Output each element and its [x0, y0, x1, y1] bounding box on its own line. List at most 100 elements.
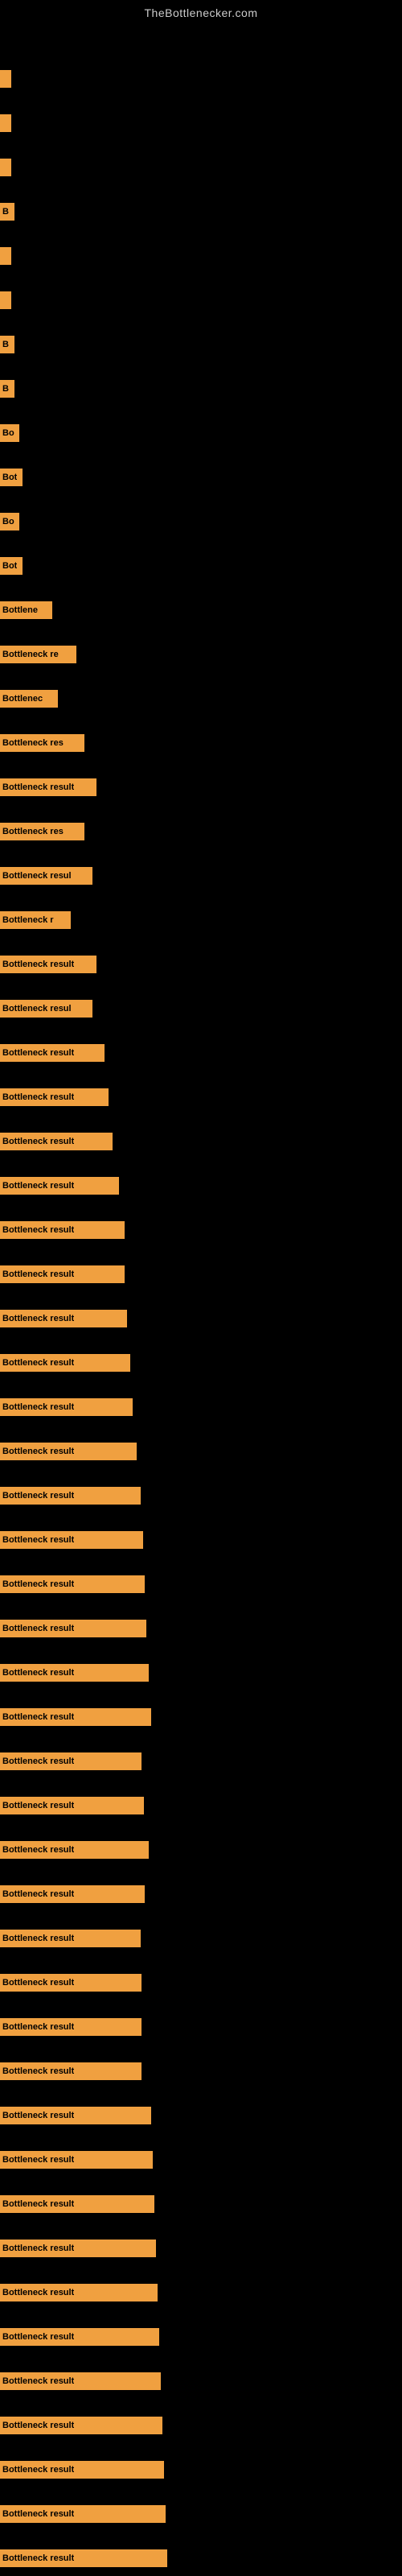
bar: Bottleneck result	[0, 1930, 141, 1947]
bar: B	[0, 380, 14, 398]
bar-label: B	[2, 207, 9, 217]
bar-row: Bottleneck result	[0, 1568, 402, 1600]
bar-label: Bottleneck result	[2, 2553, 74, 2563]
bar-row: Bottleneck result	[0, 948, 402, 980]
bar-row: Bottleneck result	[0, 771, 402, 803]
bar-row: Bottleneck result	[0, 1081, 402, 1113]
bar: Bottleneck resul	[0, 1000, 92, 1018]
bar-label: Bottleneck res	[2, 827, 64, 836]
site-title: TheBottlenecker.com	[0, 0, 402, 23]
bar-label: Bottleneck re	[2, 650, 59, 659]
bar-row: Bottleneck result	[0, 1790, 402, 1822]
bar-label: Bottleneck result	[2, 1269, 74, 1279]
bar: Bottleneck res	[0, 734, 84, 752]
bar-row: Bottleneck result	[0, 2055, 402, 2087]
bar-row: Bottleneck result	[0, 2409, 402, 2442]
bar-label: Bot	[2, 561, 17, 571]
bar-label: Bottleneck result	[2, 2376, 74, 2386]
bar: Bottleneck result	[0, 2018, 142, 2036]
bar-row: Bottleneck result	[0, 1745, 402, 1777]
bar-row: Bo	[0, 506, 402, 538]
bar: Bottleneck result	[0, 2195, 154, 2213]
bar-label: Bottleneck result	[2, 2332, 74, 2342]
bar: Bottleneck result	[0, 1620, 146, 1637]
bar-row	[0, 151, 402, 184]
bar-label: Bottleneck result	[2, 1624, 74, 1633]
bar: Bot	[0, 469, 23, 486]
bar-label: Bottleneck result	[2, 1801, 74, 1810]
bar-label: Bottlene	[2, 605, 38, 615]
bar-row: Bottleneck result	[0, 2542, 402, 2574]
bar: Bottleneck result	[0, 2240, 156, 2257]
bar-label: Bot	[2, 473, 17, 482]
bar-row: Bottleneck result	[0, 2232, 402, 2264]
bar: Bot	[0, 557, 23, 575]
bar: Bottleneck result	[0, 1443, 137, 1460]
bar: Bottleneck result	[0, 1487, 141, 1505]
bar: Bottleneck result	[0, 1133, 113, 1150]
bar-label: Bottleneck result	[2, 1491, 74, 1501]
bar: Bottleneck res	[0, 823, 84, 840]
bar: Bottleneck result	[0, 1841, 149, 1859]
bar: Bottleneck result	[0, 2284, 158, 2301]
bar-label: Bottleneck result	[2, 1712, 74, 1722]
bar-row: Bottleneck result	[0, 2188, 402, 2220]
bar: Bottleneck result	[0, 2505, 166, 2523]
bar: Bottleneck result	[0, 1354, 130, 1372]
bar: Bottleneck result	[0, 2062, 142, 2080]
bar-row: Bottleneck result	[0, 1834, 402, 1866]
bar-label: Bottleneck result	[2, 1181, 74, 1191]
bar-row: Bot	[0, 461, 402, 493]
bar-row: Bottleneck result	[0, 2498, 402, 2530]
bar-label: Bottleneck result	[2, 2509, 74, 2519]
bar-row: Bottleneck result	[0, 1391, 402, 1423]
bar-label: Bottleneck result	[2, 1314, 74, 1323]
bar: Bottleneck result	[0, 1398, 133, 1416]
bar-row: Bottlenec	[0, 683, 402, 715]
bar-label: B	[2, 384, 9, 394]
bar-row: Bottleneck result	[0, 1922, 402, 1955]
bar: Bottleneck result	[0, 1088, 109, 1106]
bar-row	[0, 240, 402, 272]
bar-row: Bottleneck result	[0, 1480, 402, 1512]
bar-label: Bottleneck result	[2, 1358, 74, 1368]
bar-label: Bottleneck result	[2, 1978, 74, 1988]
bar-label: Bottleneck result	[2, 1757, 74, 1766]
bar-row: Bottleneck result	[0, 2454, 402, 2486]
bar: Bottleneck result	[0, 778, 96, 796]
bar-row: Bottleneck result	[0, 2144, 402, 2176]
bar-row: Bottleneck result	[0, 1657, 402, 1689]
bar-row: Bottleneck result	[0, 1347, 402, 1379]
bar-label: Bottleneck result	[2, 782, 74, 792]
bar-row: Bottleneck resul	[0, 860, 402, 892]
bar: Bottleneck result	[0, 2461, 164, 2479]
bar-label: Bottleneck result	[2, 1447, 74, 1456]
bar: Bottleneck result	[0, 2372, 161, 2390]
bar-row: Bottleneck result	[0, 2321, 402, 2353]
bar-label: Bottleneck result	[2, 1092, 74, 1102]
bar-label: Bo	[2, 517, 14, 526]
bar: Bottleneck resul	[0, 867, 92, 885]
bar-label: Bottleneck result	[2, 2288, 74, 2297]
bar-label: Bottleneck result	[2, 1845, 74, 1855]
bar: Bottlene	[0, 601, 52, 619]
bar: Bottleneck result	[0, 1265, 125, 1283]
bar-label: Bottlenec	[2, 694, 43, 704]
bar-row: Bottleneck result	[0, 2099, 402, 2132]
bar: Bottleneck result	[0, 1177, 119, 1195]
bar-row: B	[0, 196, 402, 228]
bar-row	[0, 107, 402, 139]
bar-label: Bottleneck result	[2, 2155, 74, 2165]
bar: Bottleneck result	[0, 1575, 145, 1593]
bar-label: Bottleneck result	[2, 1048, 74, 1058]
bar-row: B	[0, 328, 402, 361]
bar-label: Bottleneck result	[2, 1225, 74, 1235]
bar-label: Bottleneck result	[2, 960, 74, 969]
bar-label: Bottleneck result	[2, 1889, 74, 1899]
bar-label: Bottleneck resul	[2, 871, 72, 881]
bar: Bottleneck result	[0, 1044, 105, 1062]
bar-label: Bottleneck result	[2, 1934, 74, 1943]
bar: Bo	[0, 424, 19, 442]
bars-container: B B B Bo Bot Bo Bot Bottlene Bottleneck re Bottle…	[0, 23, 402, 2566]
bar-row	[0, 284, 402, 316]
